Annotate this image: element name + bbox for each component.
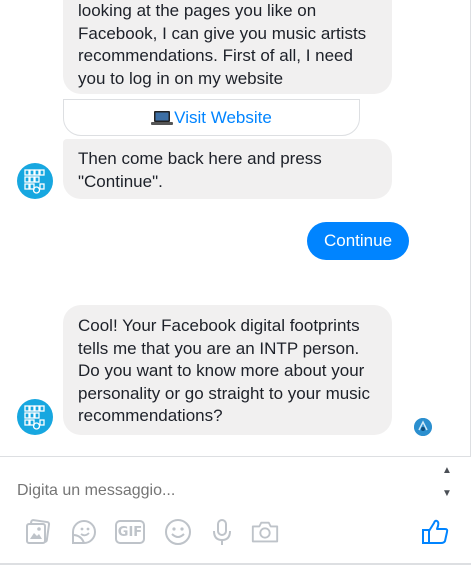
scroll-down-arrow-icon[interactable]: ▼ — [440, 486, 454, 502]
microphone-icon[interactable] — [207, 517, 237, 547]
composer-toolbar: GIF — [0, 517, 471, 553]
message-thread: looking at the pages you like on Faceboo… — [0, 0, 471, 456]
gif-label: GIF — [115, 520, 145, 544]
bot-message-bubble: Then come back here and press "Continue"… — [63, 139, 392, 199]
bot-message-text: looking at the pages you like on Faceboo… — [78, 1, 367, 88]
sticker-icon[interactable] — [69, 517, 99, 547]
photo-icon[interactable] — [23, 517, 53, 547]
user-message-bubble: Continue — [307, 222, 409, 260]
seen-avatar-icon — [414, 418, 432, 436]
visit-website-button[interactable]: Visit Website — [63, 99, 360, 136]
emoji-icon[interactable] — [163, 517, 193, 547]
bot-message-bubble: looking at the pages you like on Faceboo… — [63, 0, 392, 94]
thumbs-up-icon[interactable] — [419, 516, 451, 548]
bot-avatar — [17, 163, 53, 199]
bot-message-text: Then come back here and press "Continue"… — [78, 149, 322, 191]
bot-avatar — [17, 399, 53, 435]
visit-website-label: Visit Website — [174, 107, 272, 127]
bot-message-text: Cool! Your Facebook digital footprints t… — [78, 316, 370, 425]
laptop-icon — [151, 110, 174, 126]
message-input[interactable] — [17, 479, 417, 503]
scroll-up-arrow-icon[interactable]: ▲ — [440, 463, 454, 479]
gif-icon[interactable]: GIF — [115, 517, 145, 547]
message-composer: ▲ ▼ GIF — [0, 456, 471, 565]
bot-message-bubble: Cool! Your Facebook digital footprints t… — [63, 305, 392, 435]
user-message-text: Continue — [323, 231, 393, 250]
camera-icon[interactable] — [250, 517, 280, 547]
